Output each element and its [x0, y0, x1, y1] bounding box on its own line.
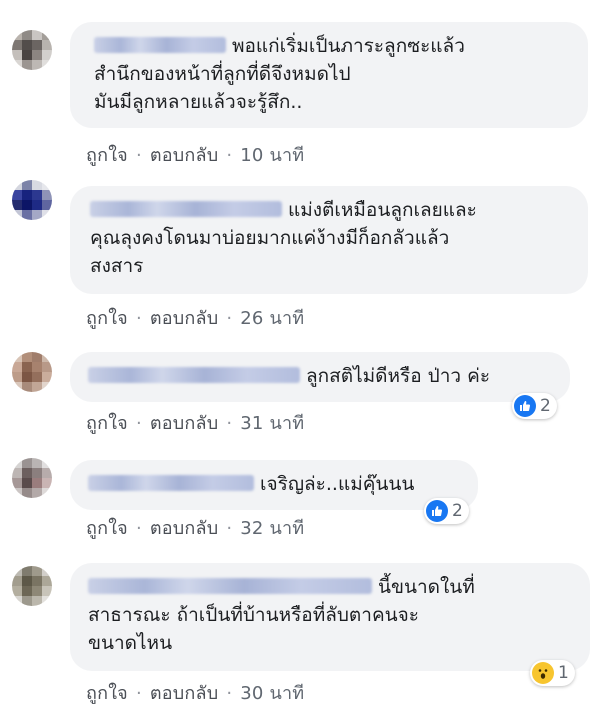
comment-text: ลูกสติไม่ดีหรือ ป่าว ค่ะ: [306, 365, 491, 387]
like-link[interactable]: ถูกใจ: [86, 308, 128, 329]
reaction-count-value: 1: [558, 663, 569, 683]
avatar[interactable]: [12, 180, 52, 220]
reply-link[interactable]: ตอบกลับ: [150, 683, 218, 704]
like-link[interactable]: ถูกใจ: [86, 683, 128, 704]
comment-actions: ถูกใจ · ตอบกลับ · 10 นาที: [86, 145, 305, 166]
commenter-name[interactable]: [88, 366, 300, 383]
comment-bubble: นี้ขนาดในที่ สาธารณะ ถ้าเป็นที่บ้านหรือท…: [70, 563, 590, 671]
reaction-count-value: 2: [452, 501, 463, 521]
comment-actions: ถูกใจ · ตอบกลับ · 30 นาที: [86, 683, 305, 704]
wow-icon: [532, 662, 554, 684]
like-icon: [514, 395, 536, 417]
like-link[interactable]: ถูกใจ: [86, 145, 128, 166]
avatar[interactable]: [12, 30, 52, 70]
like-link[interactable]: ถูกใจ: [86, 413, 128, 434]
reaction-count[interactable]: 1: [530, 660, 575, 686]
like-icon: [426, 500, 448, 522]
commenter-name[interactable]: [88, 474, 254, 491]
reply-link[interactable]: ตอบกลับ: [150, 413, 218, 434]
timestamp[interactable]: 30 นาที: [240, 683, 304, 704]
like-link[interactable]: ถูกใจ: [86, 518, 128, 539]
reply-link[interactable]: ตอบกลับ: [150, 145, 218, 166]
reply-link[interactable]: ตอบกลับ: [150, 308, 218, 329]
reply-link[interactable]: ตอบกลับ: [150, 518, 218, 539]
timestamp[interactable]: 32 นาที: [240, 518, 304, 539]
comment-bubble: พอแก่เริ่มเป็นภาระลูกซะแล้ว สำนึกของหน้า…: [70, 22, 588, 128]
reaction-count[interactable]: 2: [424, 498, 469, 524]
commenter-name[interactable]: [90, 200, 282, 217]
timestamp[interactable]: 10 นาที: [240, 145, 304, 166]
avatar[interactable]: [12, 458, 52, 498]
timestamp[interactable]: 26 นาที: [240, 308, 304, 329]
timestamp[interactable]: 31 นาที: [240, 413, 304, 434]
avatar[interactable]: [12, 566, 52, 606]
comment-text: เจริญล่ะ..แม่คุ๊นนน: [260, 473, 415, 495]
commenter-name[interactable]: [94, 36, 226, 53]
reaction-count-value: 2: [540, 396, 551, 416]
comment-bubble: ลูกสติไม่ดีหรือ ป่าว ค่ะ: [70, 352, 570, 402]
comment-actions: ถูกใจ · ตอบกลับ · 26 นาที: [86, 308, 305, 329]
avatar[interactable]: [12, 352, 52, 392]
comment-actions: ถูกใจ · ตอบกลับ · 32 นาที: [86, 518, 305, 539]
reaction-count[interactable]: 2: [512, 393, 557, 419]
comment-actions: ถูกใจ · ตอบกลับ · 31 นาที: [86, 413, 305, 434]
commenter-name[interactable]: [88, 577, 372, 594]
comment-bubble: เจริญล่ะ..แม่คุ๊นนน: [70, 460, 478, 510]
comment-bubble: แม่งตีเหมือนลูกเลยและ คุณลุงคงโดนมาบ่อยม…: [70, 186, 588, 294]
